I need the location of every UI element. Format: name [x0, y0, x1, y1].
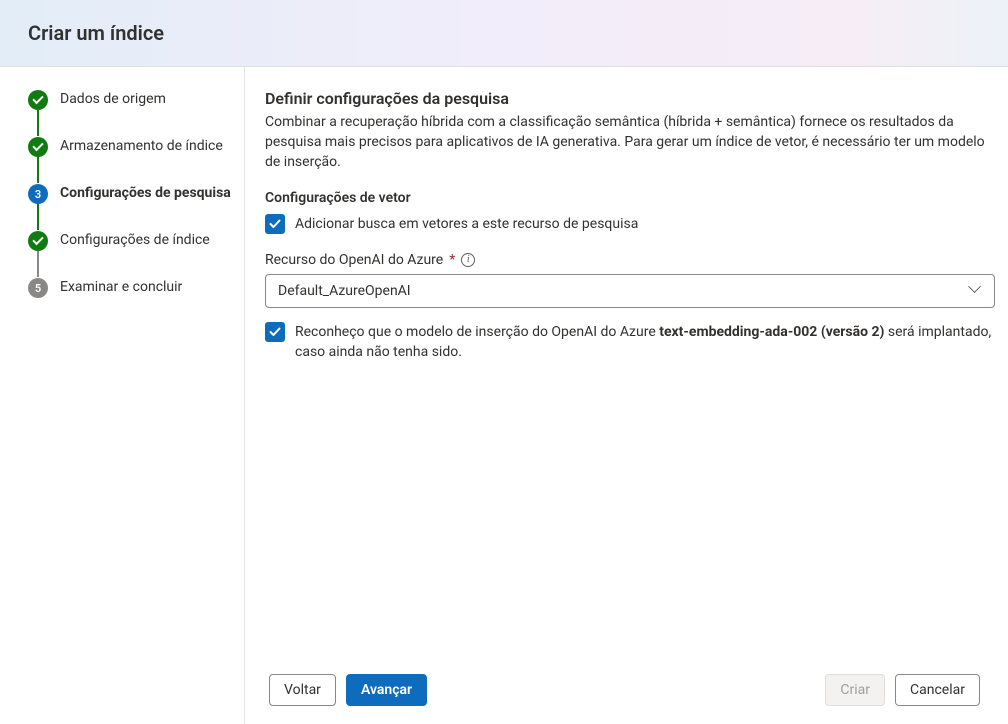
deploy-embedding-ack-text: Reconheço que o modelo de inserção do Op…	[295, 322, 995, 362]
info-icon[interactable]: i	[461, 253, 475, 267]
cancel-button[interactable]: Cancelar	[895, 674, 980, 706]
dropdown-selected-value: Default_AzureOpenAI	[278, 283, 411, 299]
step-data-source[interactable]: Dados de origem	[28, 89, 234, 110]
wizard-title: Criar um índice	[28, 21, 164, 45]
back-button[interactable]: Voltar	[269, 674, 336, 706]
next-button[interactable]: Avançar	[346, 674, 427, 706]
chevron-down-icon	[970, 285, 982, 297]
required-marker: *	[449, 252, 455, 268]
step-search-config[interactable]: 3 Configurações de pesquisa	[28, 183, 234, 204]
step-number-icon: 5	[28, 278, 48, 298]
azure-openai-resource-dropdown[interactable]: Default_AzureOpenAI	[265, 274, 995, 308]
step-connector	[37, 204, 39, 230]
checkmark-icon	[269, 327, 281, 337]
add-vector-search-checkbox[interactable]	[265, 214, 285, 234]
section-title: Definir configurações da pesquisa	[265, 89, 998, 108]
step-label: Armazenamento de índice	[60, 136, 223, 156]
create-button: Criar	[825, 674, 885, 706]
azure-openai-resource-label: Recurso do OpenAI do Azure	[265, 252, 443, 268]
step-label: Examinar e concluir	[60, 277, 182, 297]
add-vector-search-label: Adicionar busca em vetores a este recurs…	[295, 214, 638, 234]
check-icon	[28, 137, 48, 157]
wizard-header: Criar um índice	[0, 0, 1008, 67]
step-connector	[37, 110, 39, 136]
check-icon	[28, 90, 48, 110]
step-review[interactable]: 5 Examinar e concluir	[28, 277, 234, 298]
step-connector	[37, 157, 39, 183]
deploy-embedding-ack-checkbox[interactable]	[265, 322, 285, 342]
step-label: Configurações de pesquisa	[60, 183, 231, 203]
vector-config-heading: Configurações de vetor	[265, 190, 998, 206]
step-label: Configurações de índice	[60, 230, 210, 250]
step-number-icon: 3	[28, 184, 48, 204]
step-connector	[37, 251, 39, 277]
ack-model-name: text-embedding-ada-002 (versão 2)	[659, 324, 884, 340]
step-index-config[interactable]: Configurações de índice	[28, 230, 234, 251]
ack-prefix: Reconheço que o modelo de inserção do Op…	[295, 324, 659, 340]
step-label: Dados de origem	[60, 89, 166, 109]
wizard-steps: Dados de origem Armazenamento de índice …	[0, 67, 245, 724]
check-icon	[28, 231, 48, 251]
step-index-storage[interactable]: Armazenamento de índice	[28, 136, 234, 157]
checkmark-icon	[269, 219, 281, 229]
section-description: Combinar a recuperação híbrida com a cla…	[265, 112, 998, 172]
wizard-content: Definir configurações da pesquisa Combin…	[245, 67, 1008, 724]
wizard-footer: Voltar Avançar Criar Cancelar	[265, 660, 998, 724]
